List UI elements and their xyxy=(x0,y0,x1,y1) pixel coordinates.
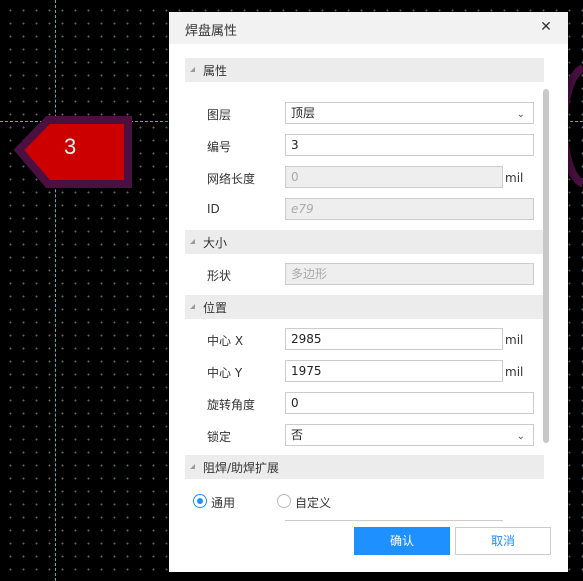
mask-expansion-input[interactable] xyxy=(285,520,503,525)
confirm-button[interactable]: 确认 xyxy=(354,527,450,555)
radio-custom[interactable] xyxy=(277,494,291,508)
collapse-arrow-icon xyxy=(190,239,195,244)
center-x-input[interactable]: 2985 xyxy=(285,328,503,350)
section-title: 阻焊/助焊扩展 xyxy=(203,461,280,475)
radio-custom-label[interactable]: 自定义 xyxy=(295,494,331,510)
net-length-unit: mil xyxy=(505,171,524,185)
layer-label: 图层 xyxy=(207,108,232,122)
pad-shape[interactable] xyxy=(0,0,140,200)
section-title: 属性 xyxy=(203,64,228,78)
dialog-header[interactable]: 焊盘属性 ✕ xyxy=(169,12,568,44)
shape-input: 多边形 xyxy=(285,263,534,285)
section-size[interactable]: 大小 xyxy=(185,230,544,254)
shape-label: 形状 xyxy=(207,269,232,283)
center-x-unit: mil xyxy=(505,333,524,347)
vertical-scrollbar[interactable] xyxy=(543,89,549,443)
net-length-label: 网络长度 xyxy=(207,172,256,186)
net-length-input: 0 xyxy=(285,166,503,188)
section-attributes[interactable]: 属性 xyxy=(185,58,544,82)
collapse-arrow-icon xyxy=(190,304,195,309)
radio-general-label[interactable]: 通用 xyxy=(211,494,235,510)
pad-properties-dialog: 焊盘属性 ✕ 属性 图层 顶层 ⌄ 编号 3 网络长度 0 mil ID e79… xyxy=(169,12,568,572)
id-label: ID xyxy=(207,202,220,216)
chevron-down-icon: ⌄ xyxy=(516,431,525,442)
layer-select[interactable]: 顶层 ⌄ xyxy=(285,102,534,124)
rotation-input[interactable]: 0 xyxy=(285,392,534,414)
section-title: 大小 xyxy=(203,236,228,250)
lock-value: 否 xyxy=(291,428,304,442)
center-y-label: 中心 Y xyxy=(207,366,243,380)
pad-number-label: 3 xyxy=(64,134,77,159)
lock-select[interactable]: 否 ⌄ xyxy=(285,424,534,446)
collapse-arrow-icon xyxy=(190,464,195,469)
chevron-down-icon: ⌄ xyxy=(516,109,525,120)
dialog-content: 属性 图层 顶层 ⌄ 编号 3 网络长度 0 mil ID e79 大小 形状 … xyxy=(169,44,568,510)
number-input[interactable]: 3 xyxy=(285,134,534,156)
center-y-input[interactable]: 1975 xyxy=(285,360,503,382)
dialog-title: 焊盘属性 xyxy=(185,24,238,39)
center-y-unit: mil xyxy=(505,365,524,379)
rotation-label: 旋转角度 xyxy=(207,398,256,412)
radio-general[interactable] xyxy=(193,494,207,508)
section-mask-expansion[interactable]: 阻焊/助焊扩展 xyxy=(185,455,544,479)
section-title: 位置 xyxy=(203,301,228,315)
number-label: 编号 xyxy=(207,140,232,154)
collapse-arrow-icon xyxy=(190,67,195,72)
layer-value: 顶层 xyxy=(291,106,316,120)
id-input: e79 xyxy=(285,198,534,220)
lock-label: 锁定 xyxy=(207,430,232,444)
center-x-label: 中心 X xyxy=(207,334,244,348)
section-position[interactable]: 位置 xyxy=(185,295,544,319)
close-icon[interactable]: ✕ xyxy=(538,19,554,35)
cancel-button[interactable]: 取消 xyxy=(455,527,551,555)
